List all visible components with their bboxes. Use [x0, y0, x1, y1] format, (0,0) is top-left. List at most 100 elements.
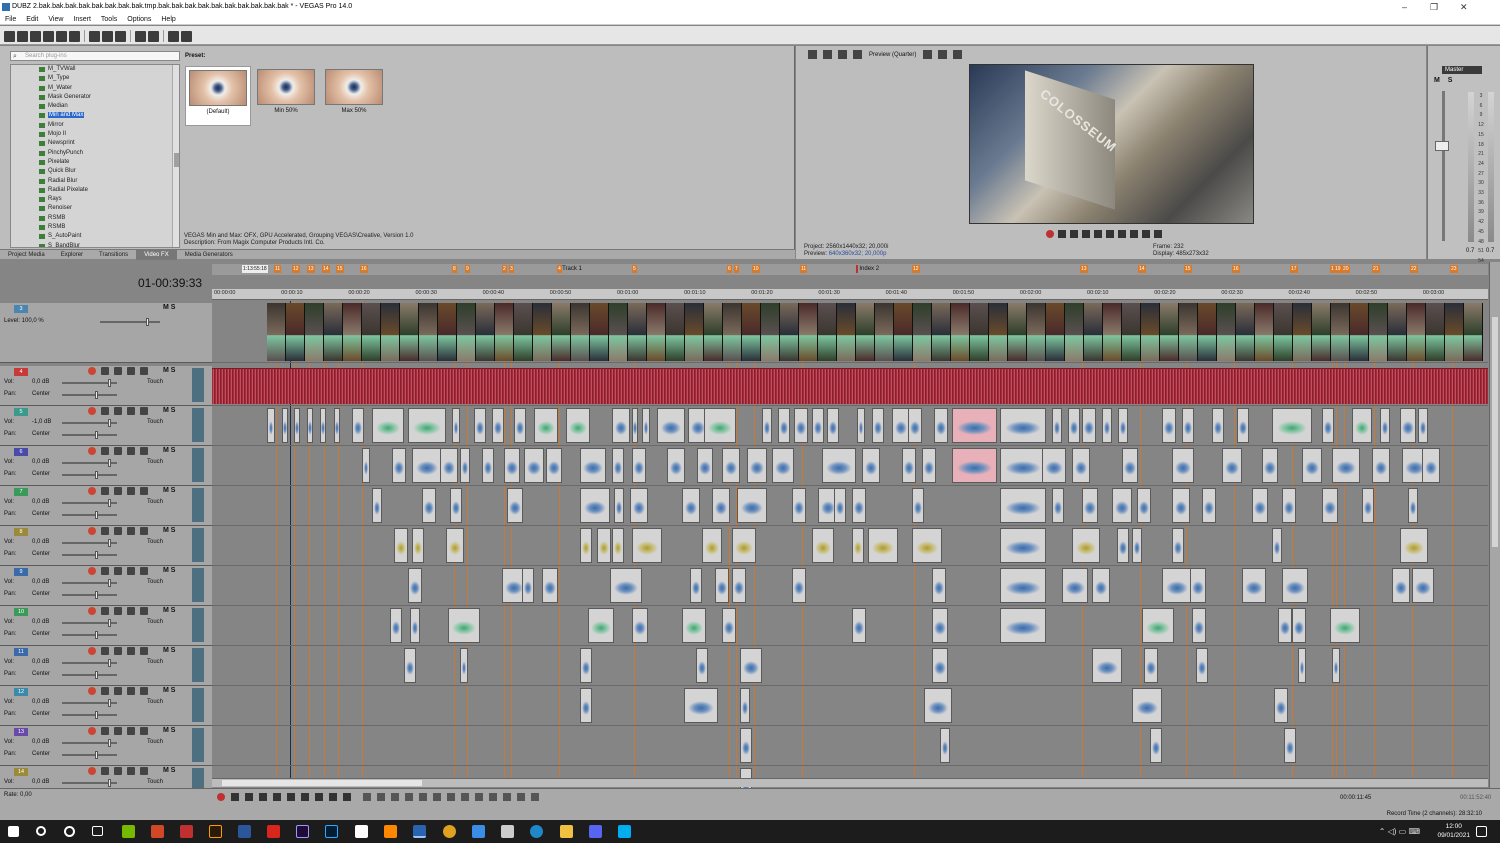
- video-clip-thumbnail[interactable]: [400, 303, 419, 361]
- track-motion-icon[interactable]: [140, 607, 148, 615]
- audio-clip[interactable]: [1212, 408, 1224, 443]
- arm-record-icon[interactable]: [88, 647, 96, 655]
- snap-icon[interactable]: [503, 793, 511, 801]
- audio-clip[interactable]: [1262, 448, 1278, 483]
- video-clip-thumbnail[interactable]: [1008, 303, 1027, 361]
- video-clip-thumbnail[interactable]: [552, 303, 571, 361]
- audio-track-header[interactable]: 4 M S Vol: 0,0 dB Touch Pan: Center: [0, 366, 212, 406]
- audio-clip[interactable]: [452, 408, 460, 443]
- edge-icon[interactable]: [530, 825, 543, 838]
- audio-clip[interactable]: [792, 488, 806, 523]
- undo-icon[interactable]: [135, 31, 146, 42]
- slider-handle[interactable]: [95, 551, 98, 559]
- zoom-tool-icon[interactable]: [405, 793, 413, 801]
- menu-item-tools[interactable]: Tools: [96, 14, 122, 25]
- menu-item-file[interactable]: File: [0, 14, 21, 25]
- audio-clip[interactable]: [412, 528, 424, 563]
- envelope-tool-icon[interactable]: [377, 793, 385, 801]
- audio-clip[interactable]: [737, 488, 767, 523]
- video-clip-thumbnail[interactable]: [1103, 303, 1122, 361]
- slider-handle[interactable]: [108, 579, 111, 587]
- audio-track-header[interactable]: 9 M S Vol: 0,0 dB Touch Pan: Center: [0, 566, 212, 606]
- audio-clip[interactable]: [482, 448, 494, 483]
- video-clip-thumbnail[interactable]: [704, 303, 723, 361]
- audio-clip[interactable]: [460, 448, 470, 483]
- video-clip-thumbnail[interactable]: [780, 303, 799, 361]
- audio-clip[interactable]: [722, 448, 740, 483]
- automation-mode[interactable]: Touch: [147, 699, 163, 705]
- video-clip-thumbnail[interactable]: [1160, 303, 1179, 361]
- audio-clip[interactable]: [1182, 408, 1194, 443]
- arm-record-icon[interactable]: [88, 727, 96, 735]
- plugin-list-item[interactable]: Mirror: [11, 121, 179, 130]
- mute-solo-buttons[interactable]: M S: [163, 727, 175, 734]
- audio-clip[interactable]: [682, 608, 706, 643]
- menu-item-view[interactable]: View: [43, 14, 68, 25]
- cut-icon[interactable]: [89, 31, 100, 42]
- audio-clip[interactable]: [1142, 608, 1174, 643]
- video-clip-thumbnail[interactable]: [856, 303, 875, 361]
- slider-handle[interactable]: [95, 431, 98, 439]
- properties-icon[interactable]: [69, 31, 80, 42]
- tab-video-fx[interactable]: Video FX: [136, 250, 177, 260]
- video-clip-thumbnail[interactable]: [1141, 303, 1160, 361]
- split-icon[interactable]: [447, 793, 455, 801]
- plugin-list-item[interactable]: S_BandBlur: [11, 242, 179, 247]
- slider-handle[interactable]: [95, 471, 98, 479]
- audio-clip[interactable]: [697, 448, 713, 483]
- audio-clip[interactable]: [390, 608, 402, 643]
- track-motion-icon[interactable]: [140, 487, 148, 495]
- tab-media-generators[interactable]: Media Generators: [177, 250, 241, 260]
- audio-clip[interactable]: [792, 568, 806, 603]
- automation-icon[interactable]: [127, 447, 135, 455]
- audio-clip[interactable]: [868, 528, 898, 563]
- mute-solo-buttons[interactable]: M S: [163, 527, 175, 534]
- audio-clip[interactable]: [404, 648, 416, 683]
- loop-icon[interactable]: [231, 793, 239, 801]
- audio-clip[interactable]: [612, 448, 624, 483]
- audio-clip[interactable]: [852, 528, 864, 563]
- fx-icon[interactable]: [114, 767, 122, 775]
- fx-icon[interactable]: [114, 407, 122, 415]
- video-clip-thumbnail[interactable]: [666, 303, 685, 361]
- taskbar-clock[interactable]: 12:00 09/01/2021: [1437, 822, 1470, 840]
- timeline-marker[interactable]: 21: [1372, 265, 1380, 273]
- audio-clip[interactable]: [362, 448, 370, 483]
- plugin-list-item[interactable]: Newsprint: [11, 139, 179, 148]
- audio-clip[interactable]: [715, 568, 729, 603]
- slider-handle[interactable]: [95, 631, 98, 639]
- track-motion-icon[interactable]: [140, 407, 148, 415]
- stop-icon[interactable]: [1106, 230, 1114, 238]
- video-clip-thumbnail[interactable]: [1331, 303, 1350, 361]
- pause-icon[interactable]: [1094, 230, 1102, 238]
- audio-clip[interactable]: [1042, 448, 1066, 483]
- plugin-list-item[interactable]: Min and Max: [11, 111, 179, 120]
- menu-item-edit[interactable]: Edit: [21, 14, 43, 25]
- video-clip-thumbnail[interactable]: [1084, 303, 1103, 361]
- fx-icon[interactable]: [114, 367, 122, 375]
- menu-item-help[interactable]: Help: [156, 14, 180, 25]
- pan-slider[interactable]: [62, 751, 117, 759]
- vlc-icon[interactable]: [384, 825, 397, 838]
- timeline-marker[interactable]: 23: [1450, 265, 1458, 273]
- mute-solo-buttons[interactable]: M S: [163, 367, 175, 374]
- word-icon[interactable]: [238, 825, 251, 838]
- lock-icon[interactable]: [461, 793, 469, 801]
- external-monitor-icon[interactable]: [823, 50, 832, 59]
- audio-clip[interactable]: [610, 568, 642, 603]
- video-clip-thumbnail[interactable]: [1445, 303, 1464, 361]
- preset-default[interactable]: (Default): [185, 66, 251, 126]
- store-icon[interactable]: [501, 825, 514, 838]
- video-clip-thumbnail[interactable]: [1407, 303, 1426, 361]
- chrome-icon[interactable]: [443, 825, 456, 838]
- arm-record-icon[interactable]: [88, 447, 96, 455]
- audio-clip[interactable]: [1422, 448, 1440, 483]
- plugin-list-item[interactable]: Pixelate: [11, 158, 179, 167]
- arm-record-icon[interactable]: [88, 687, 96, 695]
- volume-slider[interactable]: [62, 379, 117, 387]
- minimize-button[interactable]: –: [1402, 0, 1407, 14]
- audio-clip[interactable]: [1137, 488, 1151, 523]
- timeline-marker[interactable]: 6: [727, 265, 732, 273]
- video-clip-thumbnail[interactable]: [818, 303, 837, 361]
- volume-slider[interactable]: [62, 419, 117, 427]
